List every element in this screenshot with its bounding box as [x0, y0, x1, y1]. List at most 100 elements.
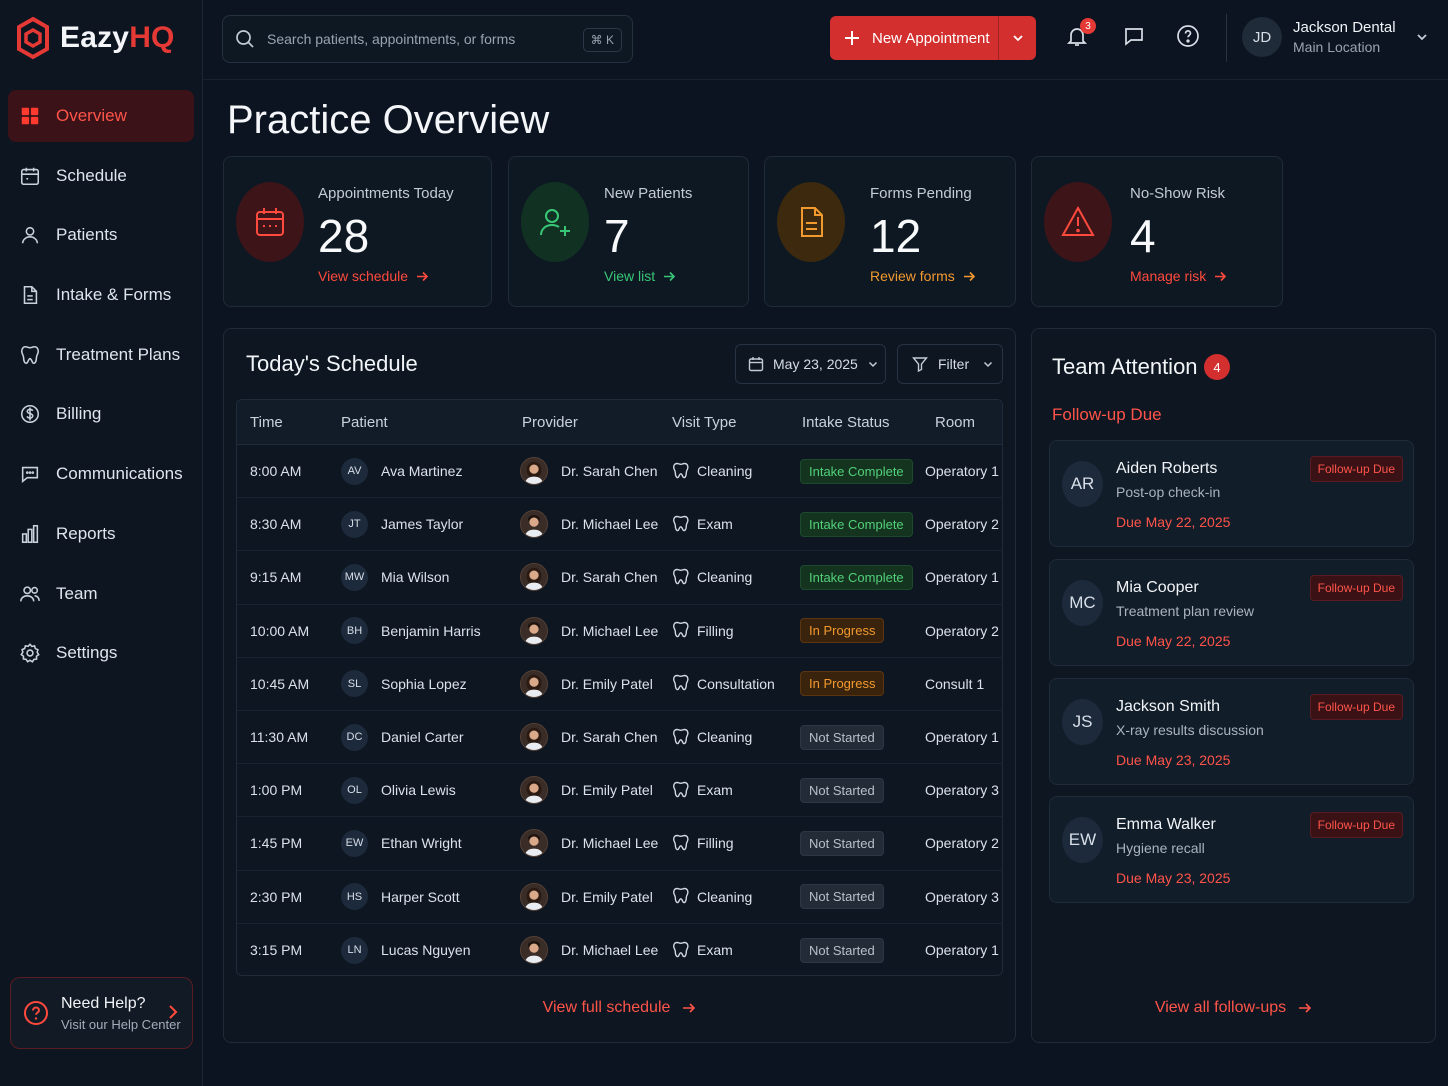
- status-badge: Follow-up Due: [1309, 575, 1403, 601]
- room: Operatory 1: [925, 463, 999, 480]
- table-row[interactable]: 1:45 PM EW Ethan Wright Dr. Michael Lee Fill…: [237, 817, 1002, 871]
- column-header-patient[interactable]: Patient: [341, 414, 388, 431]
- sidebar-item-patients[interactable]: Patients: [8, 209, 194, 261]
- visit-type-cell: Cleaning: [672, 445, 752, 497]
- grid-icon: [18, 104, 42, 128]
- search-box[interactable]: ⌘ K: [222, 15, 633, 63]
- patient-cell[interactable]: HS Harper Scott: [341, 871, 460, 923]
- table-row[interactable]: 1:00 PM OL Olivia Lewis Dr. Emily Patel Exam…: [237, 764, 1002, 818]
- intake-status-cell: Not Started: [800, 871, 884, 923]
- provider-name: Dr. Michael Lee: [561, 516, 659, 533]
- sidebar-item-billing[interactable]: Billing: [8, 388, 194, 440]
- provider-name: Dr. Michael Lee: [561, 942, 659, 959]
- patient-cell[interactable]: JT James Taylor: [341, 498, 463, 550]
- table-body: 8:00 AM AV Ava Martinez Dr. Sarah Chen Clean…: [237, 445, 1002, 975]
- new-appointment-label: New Appointment: [872, 29, 990, 47]
- team-attention-panel: Team Attention 4 Follow-up Due AR Aiden R…: [1031, 328, 1436, 1043]
- date-picker-button[interactable]: May 23, 2025: [735, 344, 886, 384]
- avatar: DC: [341, 723, 368, 751]
- follow-up-card[interactable]: AR Aiden Roberts Post-op check-in Due May 2…: [1049, 440, 1414, 547]
- provider-name: Dr. Emily Patel: [561, 888, 653, 905]
- sidebar-item-settings[interactable]: Settings: [8, 627, 194, 679]
- column-header-provider[interactable]: Provider: [522, 414, 578, 431]
- patient-cell[interactable]: SL Sophia Lopez: [341, 658, 467, 710]
- avatar: AV: [341, 457, 368, 485]
- follow-up-name: Emma Walker: [1116, 816, 1216, 833]
- tooth-icon: [672, 728, 689, 744]
- room: Operatory 2: [925, 622, 999, 639]
- messages-button[interactable]: [1122, 24, 1148, 50]
- sidebar-item-communications[interactable]: Communications: [8, 448, 194, 500]
- filter-button[interactable]: Filter: [897, 344, 1003, 384]
- patient-name: Ethan Wright: [381, 835, 462, 852]
- plus-icon: [845, 31, 859, 45]
- user-menu[interactable]: JD Jackson Dental Main Location: [1242, 17, 1427, 57]
- patient-cell[interactable]: LN Lucas Nguyen: [341, 924, 471, 975]
- message-icon: [1125, 28, 1143, 46]
- table-row[interactable]: 9:15 AM MW Mia Wilson Dr. Sarah Chen Cleanin…: [237, 551, 1002, 605]
- brand-name: EazyHQ: [60, 21, 175, 54]
- table-row[interactable]: 3:15 PM LN Lucas Nguyen Dr. Michael Lee Exam…: [237, 924, 1002, 975]
- view-full-schedule-label: View full schedule: [542, 999, 671, 1016]
- follow-up-card[interactable]: JS Jackson Smith X-ray results discussion D…: [1049, 678, 1414, 785]
- sidebar-item-team[interactable]: Team: [8, 568, 194, 620]
- sidebar-item-intake-forms[interactable]: Intake & Forms: [8, 269, 194, 321]
- patient-cell[interactable]: DC Daniel Carter: [341, 711, 463, 763]
- appointment-time: 9:15 AM: [250, 569, 302, 586]
- search-input[interactable]: [267, 31, 567, 47]
- column-header-intake-status[interactable]: Intake Status: [802, 414, 890, 431]
- view-all-follow-ups-link[interactable]: View all follow-ups: [1032, 999, 1435, 1017]
- sidebar-item-reports[interactable]: Reports: [8, 508, 194, 560]
- avatar: LN: [341, 936, 368, 964]
- team-attention-title: Team Attention: [1052, 354, 1198, 379]
- manage-risk-link[interactable]: Manage risk: [1130, 268, 1227, 284]
- patient-cell[interactable]: BH Benjamin Harris: [341, 605, 481, 657]
- follow-up-description: Hygiene recall: [1116, 840, 1205, 856]
- notifications-button[interactable]: 3: [1065, 18, 1096, 50]
- table-row[interactable]: 10:45 AM SL Sophia Lopez Dr. Emily Patel Con…: [237, 658, 1002, 711]
- stat-card-forms-pending: Forms Pending 12 Review forms: [764, 156, 1016, 307]
- table-row[interactable]: 11:30 AM DC Daniel Carter Dr. Sarah Chen Cle…: [237, 711, 1002, 765]
- follow-up-due-date: Due May 22, 2025: [1116, 514, 1231, 530]
- help-button[interactable]: [1176, 24, 1202, 50]
- stat-label: Forms Pending: [870, 185, 972, 202]
- sidebar-item-overview[interactable]: Overview: [8, 90, 194, 142]
- new-appointment-button[interactable]: New Appointment: [830, 16, 1036, 60]
- table-row[interactable]: 10:00 AM BH Benjamin Harris Dr. Michael Lee…: [237, 605, 1002, 658]
- follow-up-card[interactable]: MC Mia Cooper Treatment plan review Due May…: [1049, 559, 1414, 666]
- patient-cell[interactable]: OL Olivia Lewis: [341, 764, 456, 816]
- table-row[interactable]: 8:30 AM JT James Taylor Dr. Michael Lee Exam…: [237, 498, 1002, 552]
- appointment-time: 10:00 AM: [250, 622, 310, 639]
- appointment-time: 8:00 AM: [250, 463, 302, 480]
- patient-cell[interactable]: MW Mia Wilson: [341, 551, 449, 603]
- document-icon: [18, 283, 42, 307]
- review-forms-link[interactable]: Review forms: [870, 268, 976, 284]
- document-icon: [777, 182, 845, 262]
- view-schedule-link[interactable]: View schedule: [318, 268, 429, 284]
- question-circle-icon: [24, 1001, 48, 1025]
- visit-type: Filling: [697, 622, 734, 639]
- top-bar: ⌘ K New Appointment 3 JD Jackson Dental …: [203, 0, 1448, 80]
- patient-cell[interactable]: EW Ethan Wright: [341, 817, 462, 869]
- sidebar-item-label: Communications: [56, 464, 183, 484]
- sidebar-item-schedule[interactable]: Schedule: [8, 150, 194, 202]
- help-center-card[interactable]: Need Help? Visit our Help Center: [10, 977, 193, 1049]
- view-list-link[interactable]: View list: [604, 268, 676, 284]
- table-row[interactable]: 8:00 AM AV Ava Martinez Dr. Sarah Chen Clean…: [237, 445, 1002, 499]
- stat-card-new-patients: New Patients 7 View list: [508, 156, 749, 307]
- provider-cell: Dr. Michael Lee: [520, 498, 658, 550]
- patient-name: Harper Scott: [381, 888, 460, 905]
- sidebar-item-treatment-plans[interactable]: Treatment Plans: [8, 329, 194, 381]
- patient-cell[interactable]: AV Ava Martinez: [341, 445, 462, 497]
- follow-up-card[interactable]: EW Emma Walker Hygiene recall Due May 23, 2…: [1049, 796, 1414, 903]
- view-full-schedule-link[interactable]: View full schedule: [224, 999, 1015, 1017]
- column-header-time[interactable]: Time: [250, 414, 283, 431]
- tooth-icon: [672, 941, 689, 958]
- visit-type-cell: Cleaning: [672, 551, 752, 603]
- column-header-visit-type[interactable]: Visit Type: [672, 414, 736, 431]
- add-user-icon: [521, 182, 589, 262]
- chevron-down-icon[interactable]: [1012, 32, 1024, 44]
- column-header-room[interactable]: Room: [935, 414, 975, 431]
- brand-logo[interactable]: EazyHQ: [16, 16, 175, 60]
- table-row[interactable]: 2:30 PM HS Harper Scott Dr. Emily Patel Clea…: [237, 871, 1002, 924]
